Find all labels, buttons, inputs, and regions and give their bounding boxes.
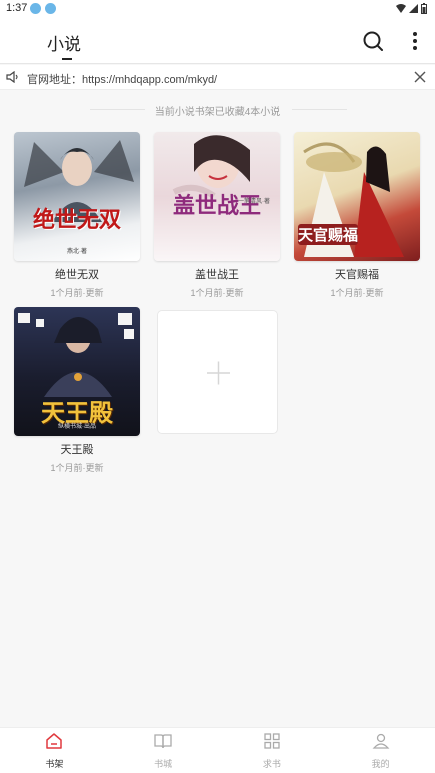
- cover-artwork: [24, 140, 134, 222]
- wifi-icon: [396, 4, 406, 13]
- shelf-summary: 当前小说书架已收藏4本小说: [154, 107, 281, 118]
- plus-icon: [207, 361, 230, 385]
- grid-icon: [264, 733, 280, 749]
- nav-label: 求书: [262, 759, 281, 769]
- nav-label: 书架: [45, 759, 64, 769]
- nav-label: 书城: [154, 759, 173, 769]
- book-update-time: 1个月前·更新: [50, 288, 104, 298]
- page-title: 小说: [47, 35, 81, 54]
- tab-indicator: [62, 58, 72, 60]
- book-cover[interactable]: 绝世无双 燕北·著: [14, 132, 140, 261]
- nav-item-bookshelf[interactable]: 书架: [0, 728, 109, 773]
- app-header: 小说: [0, 18, 435, 64]
- cover-title: 绝世无双: [32, 207, 121, 233]
- more-options-icon[interactable]: [405, 30, 425, 52]
- cover-title: 天官赐福: [298, 224, 359, 245]
- nav-item-bookstore[interactable]: 书城: [109, 728, 218, 773]
- signal-icon: [409, 4, 418, 13]
- book-cover[interactable]: 盖世战王 一笔清风·著: [154, 132, 280, 261]
- notice-text: 官网地址：https://mhdqapp.com/mkyd/: [27, 71, 217, 87]
- notification-app-icon: [45, 3, 56, 14]
- book-update-time: 1个月前·更新: [190, 288, 244, 298]
- cover-author: 一笔清风·著: [238, 199, 270, 205]
- status-bar: 1:37: [0, 0, 435, 18]
- search-icon[interactable]: [362, 30, 384, 52]
- notice-url[interactable]: https://mhdqapp.com/mkyd/: [82, 74, 217, 86]
- divider: [292, 109, 347, 110]
- add-book-button[interactable]: [157, 310, 278, 434]
- speaker-icon: [6, 71, 18, 83]
- book-item[interactable]: 绝世无双 燕北·著 绝世无双 1个月前·更新: [14, 132, 140, 299]
- notice-label: 官网地址：: [27, 74, 82, 86]
- book-title: 天官赐福: [335, 269, 379, 281]
- book-item[interactable]: 天王殿 纵横书城·出品 天王殿 1个月前·更新: [14, 307, 140, 474]
- close-icon[interactable]: [413, 70, 427, 84]
- user-icon: [372, 733, 390, 749]
- open-book-icon: [154, 734, 172, 749]
- book-cover[interactable]: 天官赐福: [294, 132, 420, 261]
- battery-icon: [421, 3, 427, 14]
- status-time: 1:37: [6, 2, 28, 14]
- notice-bar[interactable]: 官网地址：https://mhdqapp.com/mkyd/: [0, 65, 435, 90]
- book-title: 天王殿: [60, 444, 94, 456]
- book-item[interactable]: 盖世战王 一笔清风·著 盖世战王 1个月前·更新: [154, 132, 280, 299]
- book-update-time: 1个月前·更新: [50, 463, 104, 473]
- bookshelf-icon: [46, 733, 63, 749]
- cover-subtitle: 纵横书城·出品: [58, 424, 96, 430]
- nav-item-profile[interactable]: 我的: [326, 728, 435, 773]
- book-title: 绝世无双: [55, 269, 99, 281]
- notification-app-icon: [30, 3, 41, 14]
- nav-label: 我的: [371, 759, 390, 769]
- book-title: 盖世战王: [195, 269, 239, 281]
- book-item[interactable]: 天官赐福 天官赐福 1个月前·更新: [294, 132, 420, 299]
- bottom-nav: 书架 书城 求书 我的: [0, 727, 435, 773]
- nav-item-request[interactable]: 求书: [218, 728, 327, 773]
- cover-author: 燕北·著: [67, 249, 87, 255]
- book-cover[interactable]: 天王殿 纵横书城·出品: [14, 307, 140, 436]
- book-update-time: 1个月前·更新: [330, 288, 384, 298]
